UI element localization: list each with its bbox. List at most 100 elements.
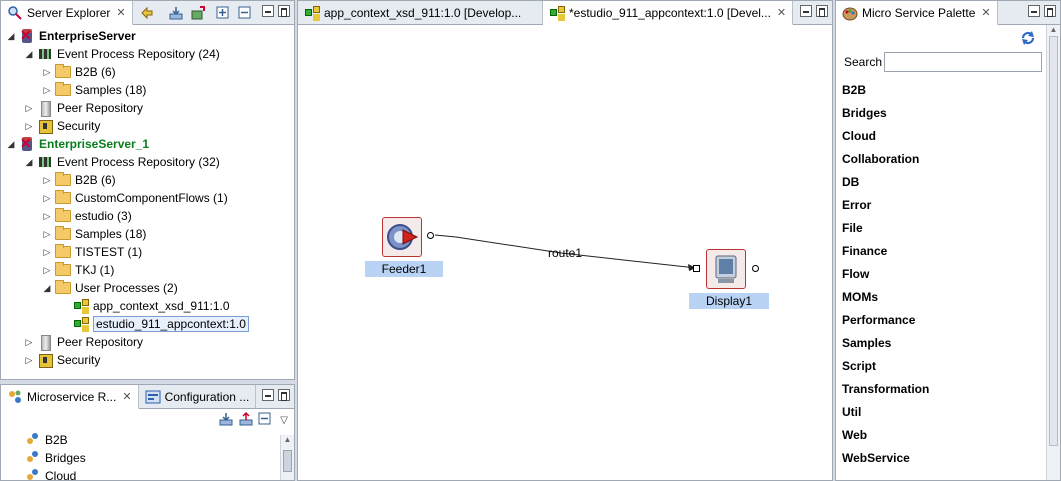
tab-configuration[interactable]: Configuration ... <box>139 385 257 408</box>
tree-item[interactable]: ◢ Event Process Repository (32) <box>1 153 294 171</box>
expand-all-icon[interactable] <box>213 3 233 23</box>
palette-category[interactable]: DB <box>836 171 1060 194</box>
tab-estudio-editor[interactable]: *estudio_911_appcontext:1.0 [Devel... ✕ <box>543 1 794 25</box>
palette-category[interactable]: MOMs <box>836 286 1060 309</box>
minimize-button[interactable] <box>800 5 812 17</box>
palette-category[interactable]: Web <box>836 424 1060 447</box>
tree-item[interactable]: ◢ Event Process Repository (24) <box>1 45 294 63</box>
tree-item[interactable]: ▷ estudio (3) <box>1 207 294 225</box>
feeder-label[interactable]: Feeder1 <box>365 261 443 277</box>
minimize-button[interactable] <box>262 389 274 401</box>
microservice-list-item[interactable]: Cloud <box>25 467 294 480</box>
tree-item[interactable]: ▷ Security <box>1 351 294 369</box>
display-output-port[interactable] <box>752 265 759 272</box>
scrollbar[interactable]: ▲ <box>280 435 294 480</box>
close-icon[interactable]: ✕ <box>116 6 125 19</box>
tab-server-explorer[interactable]: Server Explorer ✕ <box>1 1 133 25</box>
palette-category[interactable]: Bridges <box>836 102 1060 125</box>
tree-item[interactable]: ◢ EnterpriseServer_1 <box>1 135 294 153</box>
collapsed-arrow-icon[interactable]: ▷ <box>23 337 35 348</box>
close-icon[interactable]: ✕ <box>122 390 131 403</box>
tree-item[interactable]: ▷ Security <box>1 117 294 135</box>
collapsed-arrow-icon[interactable]: ▷ <box>41 85 53 96</box>
palette-category[interactable]: File <box>836 217 1060 240</box>
expanded-arrow-icon[interactable]: ◢ <box>23 49 35 60</box>
flow-icon <box>549 5 565 21</box>
tree-item[interactable]: ▷ Peer Repository <box>1 333 294 351</box>
tree-item[interactable]: estudio_911_appcontext:1.0 <box>1 315 294 333</box>
view-menu-icon[interactable]: ▽ <box>280 415 288 426</box>
palette-category[interactable]: Performance <box>836 309 1060 332</box>
tree-item[interactable]: app_context_xsd_911:1.0 <box>1 297 294 315</box>
tree-item[interactable]: ▷ TISTEST (1) <box>1 243 294 261</box>
refresh-icon[interactable] <box>1020 30 1036 49</box>
collapsed-arrow-icon[interactable]: ▷ <box>41 193 53 204</box>
collapsed-arrow-icon[interactable]: ▷ <box>41 67 53 78</box>
palette-scrollbar[interactable]: ▲ <box>1046 25 1060 480</box>
tree-item[interactable]: ▷ CustomComponentFlows (1) <box>1 189 294 207</box>
palette-category[interactable]: B2B <box>836 79 1060 102</box>
minimize-button[interactable] <box>262 5 274 17</box>
collapse-all-icon[interactable] <box>258 412 272 429</box>
palette-category[interactable]: Transformation <box>836 378 1060 401</box>
feeder-node[interactable] <box>382 217 422 257</box>
palette-category[interactable]: Samples <box>836 332 1060 355</box>
sync-icon[interactable] <box>137 3 157 23</box>
tree-item[interactable]: ▷ B2B (6) <box>1 171 294 189</box>
palette-search-input[interactable] <box>884 52 1042 72</box>
collapsed-arrow-icon[interactable]: ▷ <box>41 175 53 186</box>
display-input-port[interactable] <box>693 265 700 272</box>
palette-category[interactable]: Script <box>836 355 1060 378</box>
palette-category[interactable]: Finance <box>836 240 1060 263</box>
microservice-item-label: B2B <box>45 433 68 447</box>
collapsed-arrow-icon[interactable]: ▷ <box>41 247 53 258</box>
display-node[interactable] <box>706 249 746 289</box>
collapsed-arrow-icon[interactable]: ▷ <box>23 121 35 132</box>
palette-category[interactable]: Util <box>836 401 1060 424</box>
maximize-button[interactable] <box>278 389 290 401</box>
expanded-arrow-icon[interactable]: ◢ <box>5 31 17 42</box>
tree-item[interactable]: ▷ Peer Repository <box>1 99 294 117</box>
folder-icon <box>55 64 71 78</box>
microservice-list-item[interactable]: Bridges <box>25 449 294 467</box>
minimize-button[interactable] <box>1028 5 1040 17</box>
tab-app-context-editor[interactable]: app_context_xsd_911:1.0 [Develop... <box>298 1 543 24</box>
collapsed-arrow-icon[interactable]: ▷ <box>41 211 53 222</box>
expanded-arrow-icon[interactable]: ◢ <box>41 283 53 294</box>
close-icon[interactable]: ✕ <box>981 6 990 19</box>
collapsed-arrow-icon[interactable]: ▷ <box>23 355 35 366</box>
expanded-arrow-icon[interactable]: ◢ <box>23 157 35 168</box>
microservice-list-item[interactable]: B2B <box>25 431 294 449</box>
collapse-all-icon[interactable] <box>235 3 255 23</box>
deploy-icon[interactable] <box>188 3 208 23</box>
expanded-arrow-icon[interactable]: ◢ <box>5 139 17 150</box>
flow-canvas[interactable]: route1 Feeder1 Display1 <box>298 25 832 480</box>
route-label[interactable]: route1 <box>548 246 582 260</box>
tree-item[interactable]: ▷ B2B (6) <box>1 63 294 81</box>
tree-item[interactable]: ◢ EnterpriseServer <box>1 27 294 45</box>
tab-microservice-repository[interactable]: Microservice R... ✕ <box>1 385 139 409</box>
tree-item[interactable]: ▷ Samples (18) <box>1 225 294 243</box>
close-icon[interactable]: ✕ <box>777 6 786 19</box>
tree-item[interactable]: ◢ User Processes (2) <box>1 279 294 297</box>
collapsed-arrow-icon[interactable]: ▷ <box>41 265 53 276</box>
palette-category[interactable]: Cloud <box>836 125 1060 148</box>
maximize-button[interactable] <box>816 5 828 17</box>
feeder-output-port[interactable] <box>427 232 434 239</box>
palette-category[interactable]: Flow <box>836 263 1060 286</box>
import-icon[interactable] <box>218 411 234 430</box>
collapsed-arrow-icon[interactable]: ▷ <box>23 103 35 114</box>
maximize-button[interactable] <box>278 5 290 17</box>
tree-item[interactable]: ▷ Samples (18) <box>1 81 294 99</box>
maximize-button[interactable] <box>1044 5 1056 17</box>
palette-category[interactable]: WebService <box>836 447 1060 470</box>
tree-item[interactable]: ▷ TKJ (1) <box>1 261 294 279</box>
export-icon[interactable] <box>238 411 254 430</box>
import-icon[interactable] <box>166 3 186 23</box>
tree-item-label: User Processes (2) <box>75 281 178 295</box>
collapsed-arrow-icon[interactable]: ▷ <box>41 229 53 240</box>
display-label[interactable]: Display1 <box>689 293 769 309</box>
palette-category[interactable]: Collaboration <box>836 148 1060 171</box>
palette-category[interactable]: Error <box>836 194 1060 217</box>
tab-micro-service-palette[interactable]: Micro Service Palette ✕ <box>836 1 998 25</box>
